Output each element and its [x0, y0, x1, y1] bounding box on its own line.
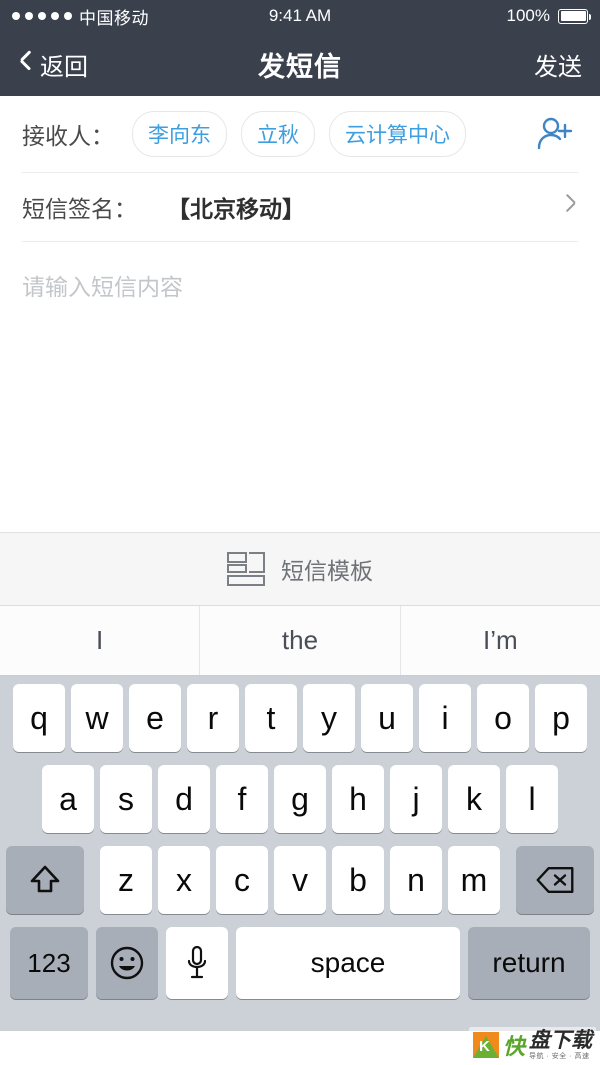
key-y[interactable]: y — [303, 684, 355, 752]
message-form: 接收人： 李向东 立秋 云计算中心 短信签名： 【北京移动】 请输入短信内容 — [0, 96, 600, 532]
dictation-key[interactable] — [166, 927, 228, 999]
watermark-text: 盘下载 导航 · 安全 · 高速 — [529, 1030, 592, 1060]
recipient-chip[interactable]: 立秋 — [241, 111, 315, 157]
suggestion-item[interactable]: I’m — [399, 606, 600, 675]
svg-text:K: K — [479, 1038, 490, 1055]
add-contact-button[interactable] — [534, 112, 578, 156]
chevron-left-icon — [18, 53, 31, 75]
sms-template-icon — [227, 552, 265, 586]
backspace-key[interactable] — [516, 846, 594, 914]
key-v[interactable]: v — [274, 846, 326, 914]
key-k[interactable]: k — [448, 765, 500, 833]
key-p[interactable]: p — [535, 684, 587, 752]
recipients-label: 接收人： — [22, 123, 114, 149]
carrier-label: 中国移动 — [79, 8, 149, 28]
status-bar: 中国移动 9:41 AM 100% — [0, 0, 600, 32]
watermark-logo-icon: K — [472, 1032, 499, 1058]
key-b[interactable]: b — [332, 846, 384, 914]
message-body-input[interactable]: 请输入短信内容 — [0, 242, 600, 532]
key-e[interactable]: e — [129, 684, 181, 752]
chevron-right-icon — [566, 197, 578, 217]
sms-template-button[interactable]: 短信模板 — [0, 532, 600, 606]
keyboard-row-3: z x c v b n m — [0, 846, 600, 914]
key-u[interactable]: u — [361, 684, 413, 752]
key-l[interactable]: l — [506, 765, 558, 833]
backspace-icon — [536, 867, 574, 893]
recipient-chip[interactable]: 李向东 — [132, 111, 227, 157]
watermark-tagline: 导航 · 安全 · 高速 — [529, 1053, 590, 1060]
watermark-brand-dark: 盘下载 — [529, 1029, 592, 1052]
key-s[interactable]: s — [100, 765, 152, 833]
key-j[interactable]: j — [390, 765, 442, 833]
keyboard-row-1: q w e r t y u i o p — [0, 684, 600, 752]
navigation-bar: 返回 发短信 发送 — [0, 32, 600, 96]
battery-percent-label: 100% — [506, 6, 550, 25]
person-add-icon — [537, 117, 573, 150]
key-o[interactable]: o — [477, 684, 529, 752]
key-a[interactable]: a — [42, 765, 94, 833]
key-c[interactable]: c — [216, 846, 268, 914]
key-x[interactable]: x — [158, 846, 210, 914]
keyboard-row-4: 123 space return — [0, 927, 600, 999]
key-z[interactable]: z — [100, 846, 152, 914]
key-d[interactable]: d — [158, 765, 210, 833]
predictive-suggestion-bar: I the I’m — [0, 606, 600, 676]
message-body-placeholder: 请输入短信内容 — [22, 274, 183, 300]
suggestion-item[interactable]: the — [199, 606, 399, 675]
signature-value: 【北京移动】 — [167, 196, 305, 222]
microphone-icon — [187, 945, 207, 979]
key-w[interactable]: w — [71, 684, 123, 752]
battery-icon — [558, 8, 591, 24]
status-bar-left: 中国移动 — [12, 4, 149, 29]
keyboard-row-2: a s d f g h j k l — [0, 765, 600, 833]
signature-row[interactable]: 短信签名： 【北京移动】 — [0, 173, 600, 241]
recipient-chip[interactable]: 云计算中心 — [329, 111, 466, 157]
page-title: 发短信 — [258, 51, 342, 82]
back-button[interactable]: 返回 — [18, 47, 88, 82]
recipient-chip-list: 李向东 立秋 云计算中心 — [132, 111, 534, 157]
key-i[interactable]: i — [419, 684, 471, 752]
status-bar-right: 100% — [506, 6, 591, 26]
sms-template-label: 短信模板 — [281, 558, 373, 584]
key-t[interactable]: t — [245, 684, 297, 752]
shift-key[interactable] — [6, 846, 84, 914]
emoji-smiley-icon — [110, 946, 144, 980]
key-q[interactable]: q — [13, 684, 65, 752]
key-n[interactable]: n — [390, 846, 442, 914]
return-key[interactable]: return — [468, 927, 590, 999]
send-button[interactable]: 发送 — [534, 47, 582, 82]
key-m[interactable]: m — [448, 846, 500, 914]
watermark: K 快 盘下载 导航 · 安全 · 高速 — [468, 1027, 596, 1063]
key-f[interactable]: f — [216, 765, 268, 833]
signal-strength-dots — [12, 12, 72, 20]
numeric-key[interactable]: 123 — [10, 927, 88, 999]
watermark-brand-green: 快 — [502, 1034, 525, 1059]
key-r[interactable]: r — [187, 684, 239, 752]
back-button-label: 返回 — [40, 53, 88, 81]
suggestion-item[interactable]: I — [0, 606, 199, 675]
shift-icon — [30, 865, 60, 893]
space-key[interactable]: space — [236, 927, 460, 999]
emoji-key[interactable] — [96, 927, 158, 999]
signature-label: 短信签名： — [22, 196, 137, 222]
key-g[interactable]: g — [274, 765, 326, 833]
virtual-keyboard: q w e r t y u i o p a s d f g h j k l z … — [0, 676, 600, 1031]
key-h[interactable]: h — [332, 765, 384, 833]
recipients-row: 接收人： 李向东 立秋 云计算中心 — [0, 96, 600, 172]
